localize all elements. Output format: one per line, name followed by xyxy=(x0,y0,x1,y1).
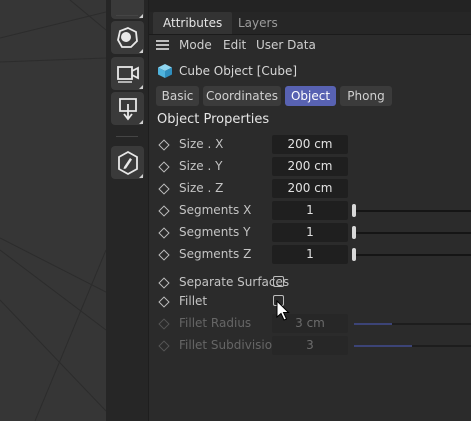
menu-edit[interactable]: Edit xyxy=(223,34,246,56)
prop-fillet-radius: Fillet Radius 3 cm xyxy=(149,314,471,334)
slider-track[interactable] xyxy=(354,254,471,256)
segments-z-field[interactable]: 1 xyxy=(272,245,348,264)
submenu-corner-icon xyxy=(139,85,143,89)
keyframe-diamond-icon[interactable] xyxy=(158,227,170,239)
prop-segments-x: Segments X 1 xyxy=(149,201,471,221)
slider-thumb[interactable] xyxy=(352,204,356,217)
plane-subdivision-button[interactable] xyxy=(111,21,144,54)
panel-tabs: Attributes Layers xyxy=(149,12,471,35)
prop-separate-surfaces: Separate Surfaces xyxy=(149,273,471,293)
edit-object-icon xyxy=(117,150,138,175)
subtab-object[interactable]: Object xyxy=(285,86,336,106)
prop-label: Size . Z xyxy=(179,181,224,195)
viewport[interactable] xyxy=(0,0,106,421)
keyframe-diamond-icon[interactable] xyxy=(158,249,170,261)
keyframe-diamond-icon[interactable] xyxy=(158,296,170,308)
tool-separator xyxy=(116,136,138,137)
slider-thumb[interactable] xyxy=(352,248,356,261)
prop-label: Fillet xyxy=(179,294,208,308)
tool-button-top[interactable] xyxy=(111,0,144,19)
prop-label: Size . Y xyxy=(179,159,223,173)
segments-x-field[interactable]: 1 xyxy=(272,201,348,220)
menu-mode[interactable]: Mode xyxy=(179,34,212,56)
menu-user-data[interactable]: User Data xyxy=(256,34,316,56)
prop-fillet: Fillet xyxy=(149,292,471,312)
object-title-label: Cube Object [Cube] xyxy=(179,64,298,78)
keyframe-diamond-icon[interactable] xyxy=(158,161,170,173)
cube-icon xyxy=(158,64,172,78)
floor-icon xyxy=(118,97,137,120)
size-x-field[interactable]: 200 cm xyxy=(272,135,348,154)
keyframe-diamond-icon[interactable] xyxy=(158,277,170,289)
subtab-basic[interactable]: Basic xyxy=(156,86,199,106)
prop-fillet-subdivision: Fillet Subdivision 3 xyxy=(149,336,471,356)
segments-y-field[interactable]: 1 xyxy=(272,223,348,242)
prop-size-y: Size . Y 200 cm xyxy=(149,157,471,177)
prop-segments-z: Segments Z 1 xyxy=(149,245,471,265)
slider-track[interactable] xyxy=(354,232,471,234)
submenu-corner-icon xyxy=(139,174,143,178)
object-title: Cube Object [Cube] xyxy=(157,61,297,81)
edit-object-button[interactable] xyxy=(111,146,144,179)
hamburger-menu-icon[interactable] xyxy=(156,40,169,51)
prop-label: Fillet Radius xyxy=(179,316,252,330)
prop-size-z: Size . Z 200 cm xyxy=(149,179,471,199)
tab-attributes[interactable]: Attributes xyxy=(153,12,233,34)
viewport-grid xyxy=(0,0,106,421)
keyframe-diamond-icon[interactable] xyxy=(158,183,170,195)
prop-label: Fillet Subdivision xyxy=(179,338,280,352)
slider-thumb[interactable] xyxy=(352,226,356,239)
fillet-subdivision-field: 3 xyxy=(272,336,348,355)
separate-surfaces-checkbox[interactable] xyxy=(273,276,284,287)
size-z-field[interactable]: 200 cm xyxy=(272,179,348,198)
keyframe-diamond-icon[interactable] xyxy=(158,205,170,217)
camera-icon xyxy=(116,65,139,83)
floor-button[interactable] xyxy=(111,92,144,125)
submenu-corner-icon xyxy=(139,49,143,53)
keyframe-diamond-icon[interactable] xyxy=(158,139,170,151)
subtab-phong[interactable]: Phong xyxy=(340,86,392,106)
tab-layers[interactable]: Layers xyxy=(228,12,288,34)
prop-label: Size . X xyxy=(179,137,224,151)
prop-size-x: Size . X 200 cm xyxy=(149,135,471,155)
attribute-manager: Attributes Layers Mode Edit User Data Cu… xyxy=(148,0,471,421)
tool-palette xyxy=(106,0,148,421)
camera-button[interactable] xyxy=(111,57,144,90)
section-title: Object Properties xyxy=(157,112,270,127)
prop-segments-y: Segments Y 1 xyxy=(149,223,471,243)
mouse-cursor-icon xyxy=(276,300,290,321)
keyframe-diamond-icon xyxy=(158,318,170,330)
panel-menubar: Mode Edit User Data xyxy=(149,34,471,56)
submenu-corner-icon xyxy=(139,120,143,124)
slider-fill xyxy=(354,323,392,325)
tool-separator xyxy=(116,15,138,16)
slider-fill xyxy=(354,345,412,347)
size-y-field[interactable]: 200 cm xyxy=(272,157,348,176)
prop-label: Segments Y xyxy=(179,225,251,239)
prop-label: Segments Z xyxy=(179,247,252,261)
keyframe-diamond-icon xyxy=(158,340,170,352)
panel-top-strip xyxy=(149,0,471,12)
subtab-coordinates[interactable]: Coordinates xyxy=(203,86,281,106)
submenu-corner-icon xyxy=(139,14,143,18)
prop-label: Segments X xyxy=(179,203,252,217)
plane-subdivision-icon xyxy=(116,26,138,48)
slider-track[interactable] xyxy=(354,210,471,212)
